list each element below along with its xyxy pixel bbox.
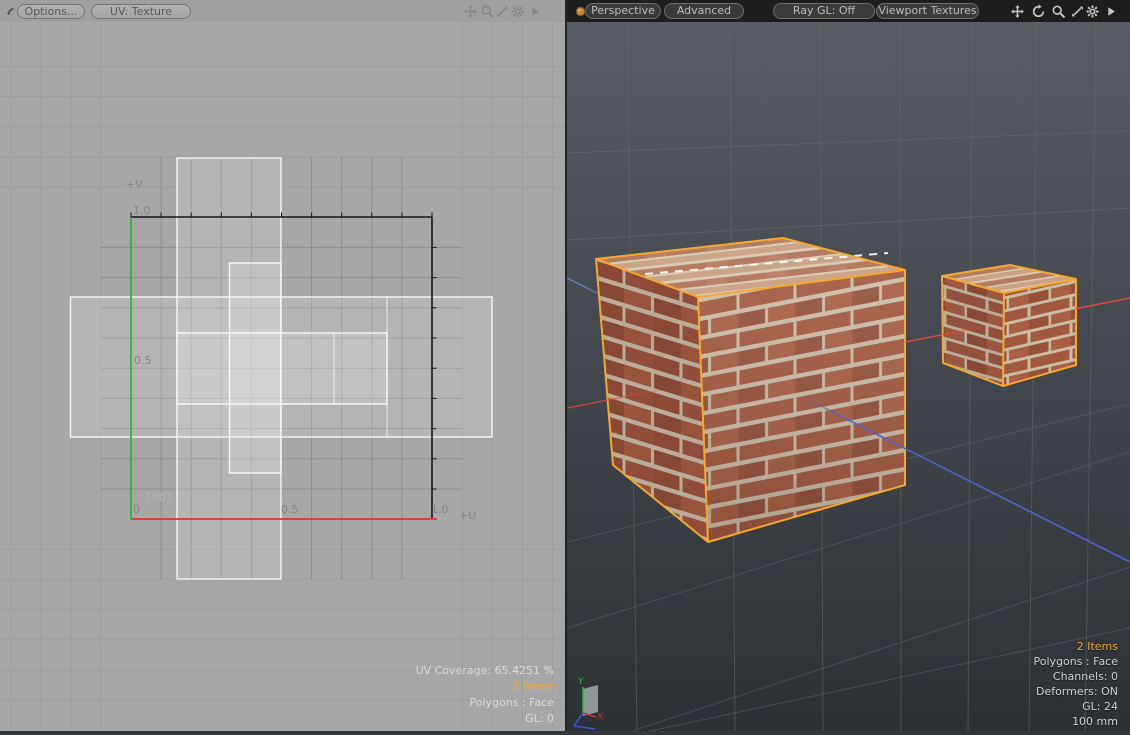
fit-view-icon[interactable] [1070, 4, 1085, 19]
pan-icon[interactable] [1010, 4, 1025, 19]
u-mid-label: 0.5 [281, 503, 299, 516]
uv-texture-button[interactable]: UV: Texture [91, 4, 191, 19]
perspective-button[interactable]: Perspective [585, 3, 661, 19]
viewport-stats: 2 Items Polygons : Face Channels: 0 Defo… [1033, 639, 1118, 729]
more-icon[interactable] [527, 4, 542, 19]
gl-canvas[interactable]: Y X [567, 22, 1130, 735]
workplane-indicator [583, 685, 598, 716]
gizmo-y-label: Y [577, 677, 584, 687]
more-icon[interactable] [1103, 4, 1118, 19]
u-max-label: 1.0 [431, 503, 449, 516]
uv-canvas[interactable]: +V 1.0 0.5 0 1001 0.5 1.0 +U [0, 0, 565, 735]
settings-icon[interactable] [1085, 4, 1100, 19]
gl-selection-mode: Polygons : Face [1033, 654, 1118, 669]
options-button[interactable]: Options... [17, 4, 85, 19]
gl-grid-size: 100 mm [1033, 714, 1118, 729]
gl-deformers: Deformers: ON [1033, 684, 1118, 699]
v-mid-label: 0.5 [134, 354, 152, 367]
uv-island-small-horizontal[interactable] [177, 333, 387, 404]
cube-small[interactable] [942, 265, 1076, 386]
v-axis-label: +V [126, 178, 143, 191]
zoom-icon[interactable] [480, 4, 495, 19]
settings-icon[interactable] [510, 4, 525, 19]
viewport-textures-button[interactable]: Viewport Textures [876, 3, 979, 19]
fit-view-icon[interactable] [495, 4, 510, 19]
rotate-icon[interactable] [1031, 4, 1046, 19]
pan-icon[interactable] [463, 4, 478, 19]
u-axis-label: +U [459, 509, 476, 522]
ray-gl-button[interactable]: Ray GL: Off [773, 3, 875, 19]
uv-items-count: 2 Items [416, 679, 554, 695]
window-bottom-edge [0, 731, 1130, 735]
gizmo-x-label: X [597, 712, 603, 722]
uv-selection-mode: Polygons : Face [416, 695, 554, 711]
viewport-header: Perspective Advanced Ray GL: Off Viewpor… [567, 0, 1130, 22]
udim-tile-label: 1001 [145, 491, 173, 504]
uv-editor-stats: UV Coverage: 65.4251 % 2 Items Polygons … [416, 663, 554, 727]
uv-editor-panel: +V 1.0 0.5 0 1001 0.5 1.0 +U Options... … [0, 0, 565, 735]
application-window: +V 1.0 0.5 0 1001 0.5 1.0 +U Options... … [0, 0, 1130, 735]
uv-gl-count: GL: 0 [416, 711, 554, 727]
v-max-label: 1.0 [133, 204, 151, 217]
gl-count: GL: 24 [1033, 699, 1118, 714]
perspective-viewport-panel: Y X Perspective Advanced Ray GL: Off Vie… [567, 0, 1130, 735]
gl-items-count: 2 Items [1033, 639, 1118, 654]
advanced-button[interactable]: Advanced [664, 3, 744, 19]
uv-coverage-text: UV Coverage: 65.4251 % [416, 663, 554, 679]
uv-editor-header: Options... UV: Texture [0, 0, 565, 22]
origin-label: 0 [133, 503, 140, 516]
gl-channels: Channels: 0 [1033, 669, 1118, 684]
zoom-icon[interactable] [1051, 4, 1066, 19]
